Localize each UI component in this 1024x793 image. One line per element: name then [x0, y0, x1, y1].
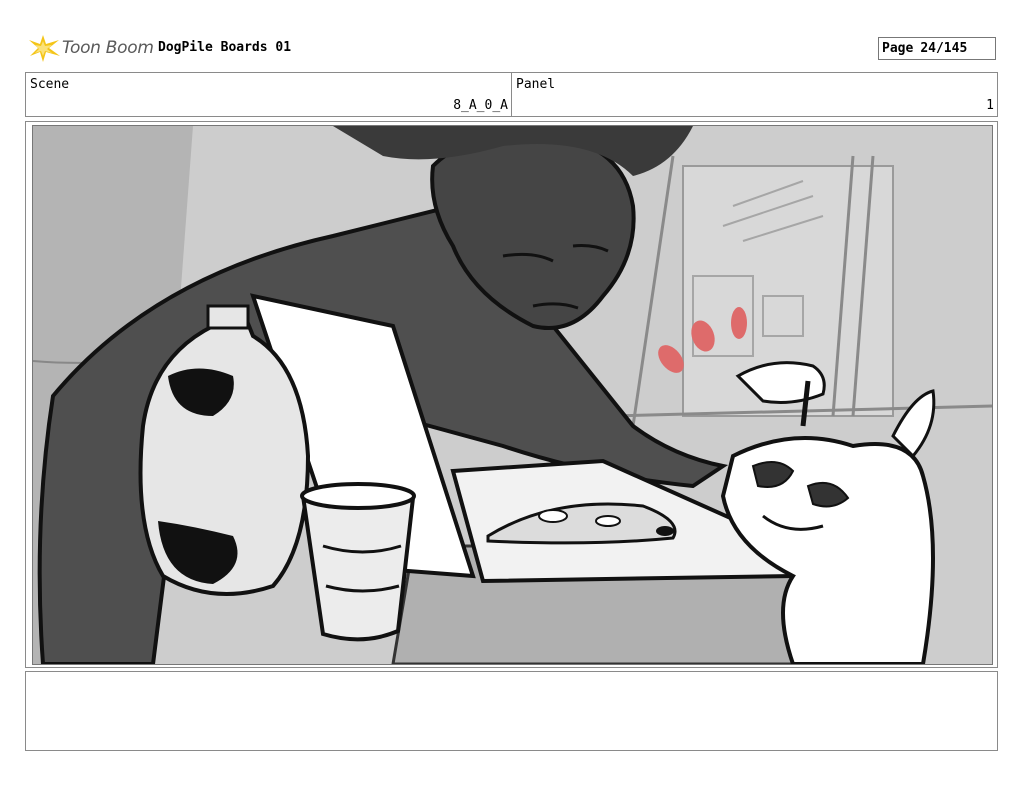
starburst-icon	[29, 35, 60, 62]
panel-label: Panel	[516, 77, 556, 92]
logo-text: Toon Boom	[62, 38, 154, 58]
scene-panel-info: Scene 8_A_0_A Panel 1	[25, 72, 998, 117]
panel-value: 1	[986, 98, 994, 113]
page-label: Page	[882, 41, 914, 56]
storyboard-drawing	[32, 125, 993, 665]
page-indicator: Page 24/145	[878, 37, 996, 60]
scene-label: Scene	[30, 77, 70, 92]
page-number: 24/145	[920, 41, 968, 56]
panel-frame	[25, 121, 998, 668]
scene-cell: Scene 8_A_0_A	[26, 73, 512, 116]
storyboard-sketch	[33, 126, 992, 664]
toon-boom-logo: Toon Boom	[28, 32, 154, 64]
panel-cell: Panel 1	[512, 73, 997, 116]
scene-value: 8_A_0_A	[453, 98, 508, 113]
project-title: DogPile Boards 01	[158, 40, 292, 55]
panel-notes	[25, 671, 998, 751]
